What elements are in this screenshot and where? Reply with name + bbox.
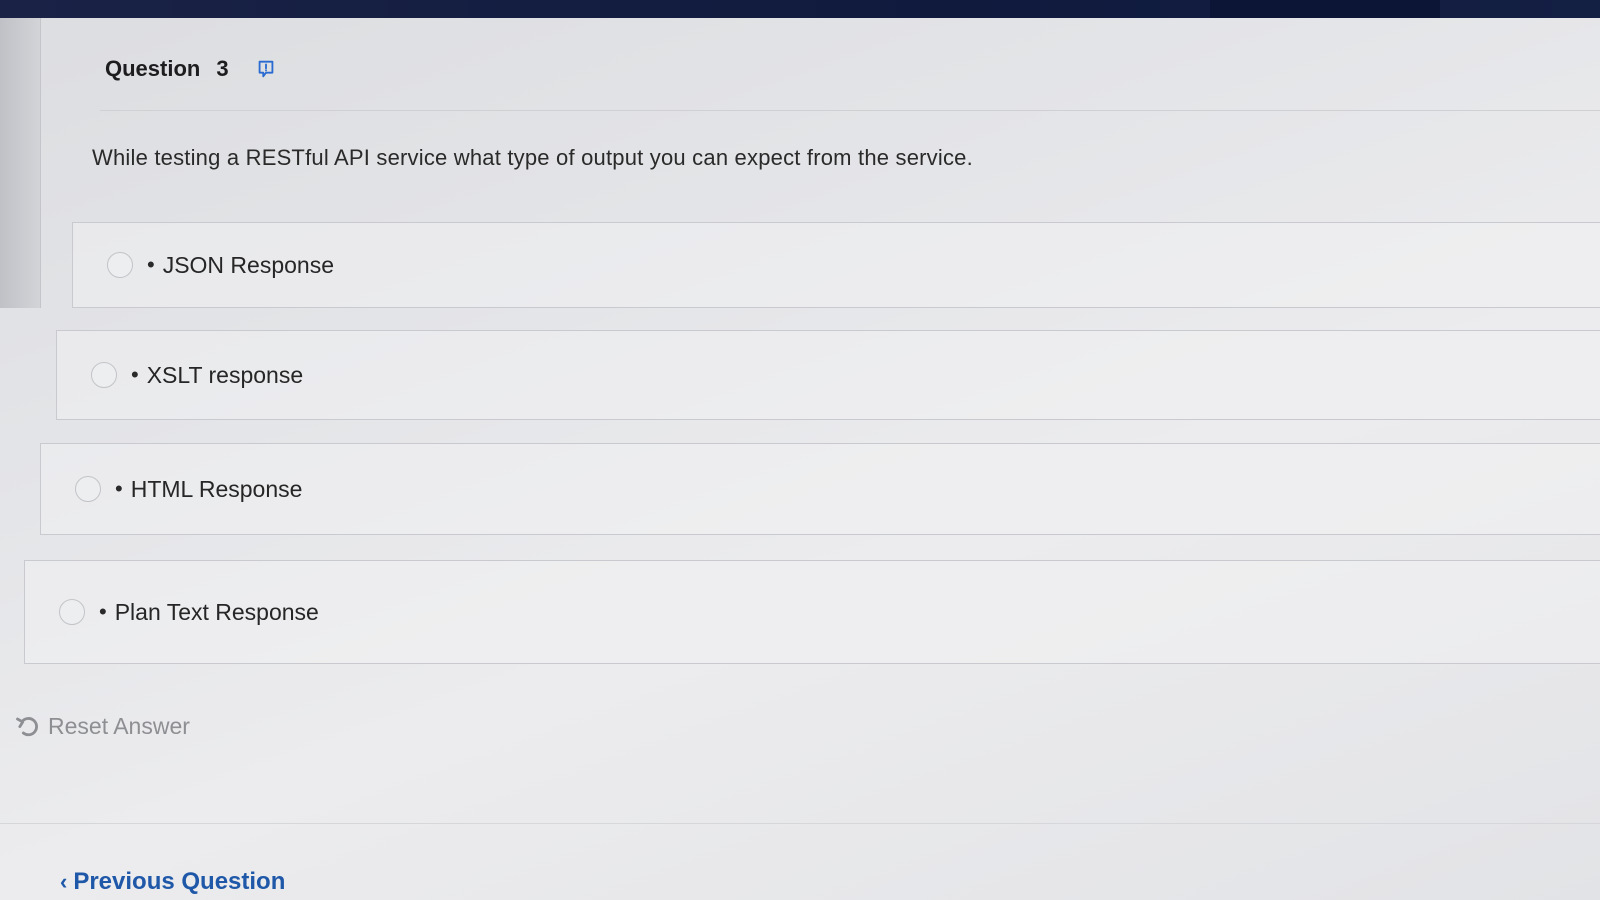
left-rail (0, 18, 41, 308)
bullet: • (115, 476, 123, 501)
top-bar (0, 0, 1600, 18)
flag-icon[interactable] (255, 58, 277, 80)
radio-button[interactable] (59, 599, 85, 625)
question-text: While testing a RESTful API service what… (92, 145, 973, 170)
previous-question-label: Previous Question (73, 868, 286, 895)
answer-option[interactable]: • Plan Text Response (24, 560, 1600, 664)
reset-answer-button[interactable]: Reset Answer (14, 712, 190, 740)
bullet: • (99, 599, 107, 624)
previous-question-link[interactable]: ‹ Previous Question (60, 868, 285, 896)
reset-answer-label: Reset Answer (48, 712, 190, 739)
question-label: Question (105, 56, 201, 81)
radio-button[interactable] (75, 476, 101, 502)
question-header: Question 3 (105, 56, 277, 82)
answer-option[interactable]: • JSON Response (72, 222, 1600, 308)
option-label: HTML Response (130, 475, 303, 502)
answer-option[interactable]: • XSLT response (56, 330, 1600, 420)
bullet: • (147, 252, 155, 277)
radio-button[interactable] (107, 252, 133, 278)
chevron-left-icon: ‹ (60, 869, 68, 894)
option-label: XSLT response (146, 361, 304, 388)
radio-button[interactable] (91, 362, 117, 388)
option-label: JSON Response (162, 251, 335, 278)
option-label: Plan Text Response (114, 598, 319, 625)
top-bar-tab (1210, 0, 1440, 18)
header-divider (100, 110, 1600, 111)
bullet: • (131, 362, 139, 387)
answer-option[interactable]: • HTML Response (40, 443, 1600, 535)
undo-icon (16, 717, 38, 737)
footer-divider (0, 823, 1600, 824)
question-number: 3 (216, 56, 229, 81)
